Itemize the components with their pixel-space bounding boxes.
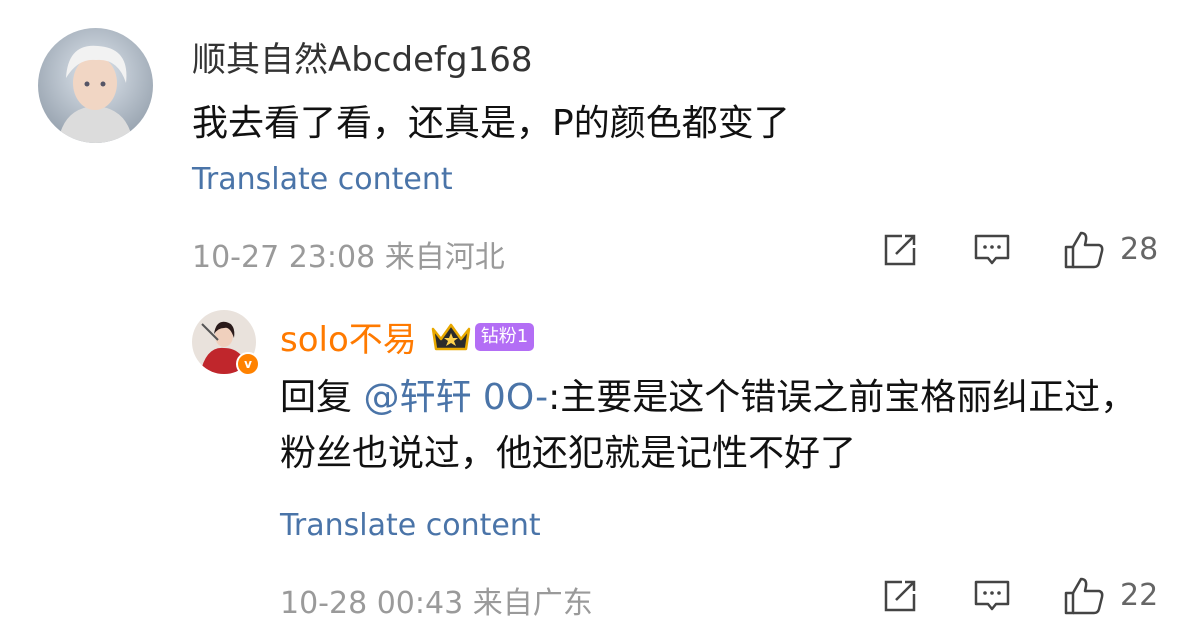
like-icon [1064,231,1104,269]
like-button[interactable] [1062,576,1106,616]
avatar[interactable]: v [192,310,260,378]
comment-text: 我去看了看，还真是，P的颜色都变了 [192,103,790,144]
like-icon [1064,577,1104,615]
timestamp: 10-27 23:08 [192,240,376,275]
username[interactable]: 顺其自然Abcdefg168 [192,32,532,81]
username[interactable]: solo不易 [280,312,417,361]
share-icon [884,580,916,612]
comment-text: 回复 @轩轩 0O-:主要是这个错误之前宝格丽纠正过，粉丝也说过，他还犯就是记性… [280,370,1160,482]
translate-link[interactable]: Translate content [280,508,541,543]
like-count: 28 [1120,232,1159,267]
comment-button[interactable] [972,230,1012,270]
username-row: solo不易 钻粉1 [280,312,535,361]
timestamp: 10-28 00:43 [280,586,464,621]
comment-button[interactable] [972,576,1012,616]
comment-icon [974,234,1010,265]
share-button[interactable] [880,576,920,616]
location: 来自广东 [472,586,593,621]
avatar[interactable] [38,28,153,143]
fan-badge[interactable]: 钻粉1 [474,322,535,351]
translate-link[interactable]: Translate content [192,162,453,197]
like-count: 22 [1120,578,1159,613]
comment-meta: 10-27 23:08 来自河北 [192,232,505,276]
share-button[interactable] [880,230,920,270]
comment-icon [974,580,1010,611]
reply-prefix: 回复 [280,377,353,418]
verified-icon: v [236,352,260,376]
mention-link[interactable]: @轩轩 0O- [363,377,548,418]
comment-meta: 10-28 00:43 来自广东 [280,578,593,622]
location: 来自河北 [384,240,505,275]
crown-icon [431,323,471,350]
share-icon [884,234,916,266]
like-button[interactable] [1062,230,1106,270]
